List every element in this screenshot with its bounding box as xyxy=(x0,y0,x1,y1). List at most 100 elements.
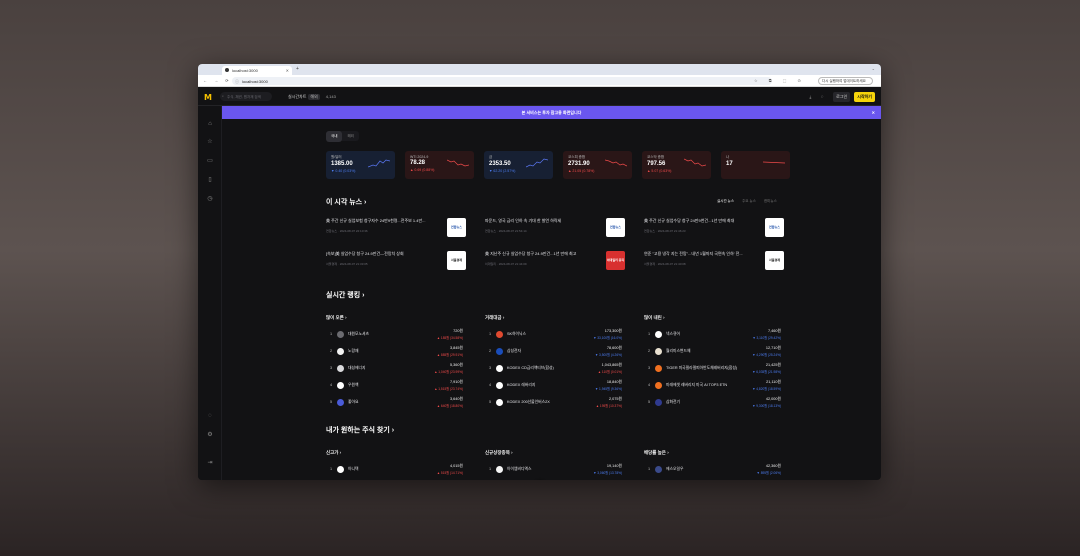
stock-row[interactable]: 26,210원 xyxy=(644,479,781,480)
ranking-column-title[interactable]: 많이 내린 › xyxy=(644,315,665,321)
news-meta: 연합뉴스 · 2024-08-07 21:54:14 xyxy=(485,229,527,233)
stock-rank: 5 xyxy=(489,400,492,404)
tab-live-news[interactable]: 실시간 뉴스 xyxy=(717,199,734,203)
stock-row[interactable]: 5 좋아요 3,640원 ▲ 640원 (18.80%) xyxy=(326,395,463,412)
address-bar[interactable]: ⓘ localhost:3000 xyxy=(232,77,772,85)
news-section-title[interactable]: 이 시각 뉴스 › xyxy=(326,197,366,207)
index-card[interactable]: 나 17 xyxy=(721,151,790,179)
chevron-down-icon[interactable]: ⌄ xyxy=(872,66,875,71)
clock-icon[interactable]: ◷ xyxy=(206,195,214,203)
stock-change: ▲ 515원 (14.71%) xyxy=(436,471,463,475)
nav-buttons[interactable]: ← → ⟳ xyxy=(203,78,232,83)
extensions-icons[interactable]: ☆ ⧉ ⬚ ⊙ xyxy=(754,78,806,83)
stock-row[interactable]: 1 에스오일우 42,360원 ▼ 895원 (2.06%) xyxy=(644,462,781,479)
stock-logo xyxy=(655,466,662,473)
browser-toolbar: ← → ⟳ ⓘ localhost:3000 ☆ ⧉ ⬚ ⊙ 다시 실행하여 업데… xyxy=(198,75,881,87)
news-item[interactable]: 파운드, 영국 금리 인하 속 기대 한 발언 하락세 연합뉴스 · 2024-0… xyxy=(485,218,625,238)
stock-row[interactable]: 4 우원책 7,910원 ▲ 1,515원 (23.74%) xyxy=(326,378,463,395)
stock-row[interactable]: 1 아니텍 4,015원 ▲ 515원 (14.71%) xyxy=(326,462,463,479)
stock-name: KODEX CD금리액티브(합성) xyxy=(507,366,554,370)
stock-row[interactable]: 1 넥스큐어 7,460원 ▼ 3,110원 (29.42%) xyxy=(644,327,781,344)
stock-row[interactable]: 3 대성에너지 5,360원 ▲ 1,040원 (23.99%) xyxy=(326,361,463,378)
stock-row[interactable]: 1 아이엠비디엑스 19,140원 ▼ 3,060원 (13.78%) xyxy=(485,462,622,479)
finder-section-title[interactable]: 내가 원하는 주식 찾기 › xyxy=(326,425,394,435)
close-icon[interactable]: ✕ xyxy=(872,106,875,119)
ranking-column-label: 거래대금 xyxy=(485,315,502,320)
update-button[interactable]: 다시 실행하여 업데이트하세요 xyxy=(818,77,873,85)
finder-column-title[interactable]: 신고가 › xyxy=(326,450,341,456)
stock-change: ▼ 4,820원 (18.59%) xyxy=(752,387,781,391)
tab-main-news[interactable]: 주요 뉴스 xyxy=(742,199,756,203)
ranking-column-title[interactable]: 많이 오른 › xyxy=(326,315,347,321)
tab-overseas[interactable]: 해외 xyxy=(342,131,358,142)
index-card[interactable]: 원/달러 1385.00 ▼ 0.40 (0.03%) xyxy=(326,151,395,179)
news-title: 연준 "고용 냉각 지는 전망"...내년 1월까지 국면속 인하' 전... xyxy=(644,251,743,256)
ranking-column-title[interactable]: 거래대금 › xyxy=(485,315,504,321)
stock-row[interactable]: 5 삼화전기 42,000원 ▼ 9,300원 (18.13%) xyxy=(644,395,781,412)
stock-logo xyxy=(655,382,662,389)
stock-row[interactable]: 232,800원 xyxy=(485,479,622,480)
document-icon[interactable]: ▯ xyxy=(206,176,214,184)
home-icon[interactable]: ⌂ xyxy=(206,120,214,128)
gear-icon[interactable]: ⚙ xyxy=(206,431,214,439)
main-content: 국내 해외 원/달러 1385.00 ▼ 0.40 (0.03%) WTI 2024-9… xyxy=(222,119,881,480)
browser-tab[interactable]: localhost:3000 ✕ xyxy=(222,66,292,75)
stock-name: 월리미스변드체 xyxy=(666,349,691,353)
sparkline-path xyxy=(447,159,469,167)
stock-row[interactable]: 22,845원 xyxy=(326,479,463,480)
search-input[interactable]: ⌕ 주식, 채권, 원자재 검색 xyxy=(220,92,272,101)
news-item[interactable]: 美 지난주 신규 실업수당 청구 24.9만건...1년 만에 최고 이데일리 ·… xyxy=(485,251,625,271)
live-chart-link[interactable]: 실시간차트 해외 4,143 xyxy=(288,94,336,100)
logout-icon[interactable]: ⇥ xyxy=(206,459,214,467)
star-icon[interactable]: ☆ xyxy=(206,138,214,146)
app-header: M ⌕ 주식, 채권, 원자재 검색 실시간차트 해외 4,143 ⤓ ♢ 로그인 시… xyxy=(198,87,881,106)
search-icon: ⌕ xyxy=(222,94,224,98)
tab-korea-us-news[interactable]: 한미뉴스 xyxy=(764,199,777,203)
favicon-icon xyxy=(225,68,229,72)
news-title: 美 주간 신규 실업보험 청구자수 24만9천명...전주보 1.4만... xyxy=(326,218,426,223)
stock-row[interactable]: 4 KODEX 레버리지 18,840원 ▼ 1,945원 (9.36%) xyxy=(485,378,622,395)
start-button[interactable]: 시작하기 xyxy=(854,92,875,102)
stock-rank: 1 xyxy=(330,332,333,336)
news-item[interactable]: 연준 "고용 냉각 지는 전망"...내년 1월까지 국면속 인하' 전... 서… xyxy=(644,251,784,271)
sparkline-chart xyxy=(526,158,548,168)
index-card[interactable]: 코스닥 종합 797.56 ▲ 5.07 (0.63%) xyxy=(642,151,711,179)
stock-row[interactable]: 5 KODEX 200선물인버스2X 2,075원 ▲ 195원 (10.37%) xyxy=(485,395,622,412)
download-icon[interactable]: ⤓ xyxy=(809,94,811,99)
chart-icon[interactable]: ▭ xyxy=(206,157,214,165)
stock-row[interactable]: 2 월리미스변드체 12,710원 ▼ 4,290원 (25.24%) xyxy=(644,344,781,361)
ranking-section-title[interactable]: 실시간 랭킹 › xyxy=(326,290,364,300)
index-card[interactable]: WTI 2024-9 78.28 ▲ 0.69 (0.88%) xyxy=(405,151,474,179)
stock-row[interactable]: 1 대원모노셔츠 720원 ▲ 185원 (34.58%) xyxy=(326,327,463,344)
stock-row[interactable]: 2 삼성전자 78,600원 ▼ 3,500원 (4.26%) xyxy=(485,344,622,361)
stock-row[interactable]: 4 미래에셋 레버리지 미국 AI TOP3 ETN 21,110원 ▼ 4,820원… xyxy=(644,378,781,395)
help-icon[interactable]: ◌ xyxy=(206,412,214,420)
stock-price: 7,910원 xyxy=(450,380,463,384)
stock-change: ▼ 3,060원 (13.78%) xyxy=(593,471,622,475)
stock-name: 삼화전기 xyxy=(666,400,680,404)
stock-row[interactable]: 2 노랑재 3,845원 ▲ 885원 (29.91%) xyxy=(326,344,463,361)
stock-name: 대성에너지 xyxy=(348,366,366,370)
news-item[interactable]: 美 주간 신규 실업보험 청구자수 24만9천명...전주보 1.4만... 연합… xyxy=(326,218,466,238)
new-tab-button[interactable]: + xyxy=(296,66,299,72)
stock-row[interactable]: 3 KODEX CD금리액티브(합성) 1,043,865원 ▲ 110원 (0.01… xyxy=(485,361,622,378)
index-card[interactable]: 금 2353.50 ▼ 62.20 (2.57%) xyxy=(484,151,553,179)
stock-row[interactable]: 1 SK하이닉스 173,300원 ▼ 33,100원 (16.0%) xyxy=(485,327,622,344)
stock-price: 21,110원 xyxy=(766,380,781,384)
stock-row[interactable]: 3 TIGER 미국필라델피아반도체레버리지(합성) 21,425원 ▼ 6,035원… xyxy=(644,361,781,378)
stock-logo xyxy=(337,466,344,473)
close-tab-icon[interactable]: ✕ xyxy=(286,68,289,73)
promo-banner[interactable]: 본 서비스는 투자 참고용 화면입니다 ✕ xyxy=(222,106,881,119)
login-button[interactable]: 로그인 xyxy=(833,92,851,102)
info-icon[interactable]: ⓘ xyxy=(235,79,239,85)
finder-column-title[interactable]: 신규상장종목 › xyxy=(485,450,513,456)
logo[interactable]: M xyxy=(204,93,212,102)
news-item[interactable]: [속보]美 실업수당 청구 24.9만건—전망치 상회 서울경제 · 2024-0… xyxy=(326,251,466,271)
finder-column-title[interactable]: 배당률 높은 › xyxy=(644,450,669,456)
stock-change: ▼ 6,035원 (21.98%) xyxy=(752,370,781,374)
tab-domestic[interactable]: 국내 xyxy=(326,131,343,142)
news-item[interactable]: 美 주간 신규 실업수당 청구 24만9천건...1년 만에 최대 연합뉴스 · … xyxy=(644,218,784,238)
stock-name: KODEX 레버리지 xyxy=(507,383,536,387)
index-card[interactable]: 코스피 종합 2731.90 ▲ 21.05 (0.78%) xyxy=(563,151,632,179)
bell-icon[interactable]: ♢ xyxy=(820,94,824,99)
